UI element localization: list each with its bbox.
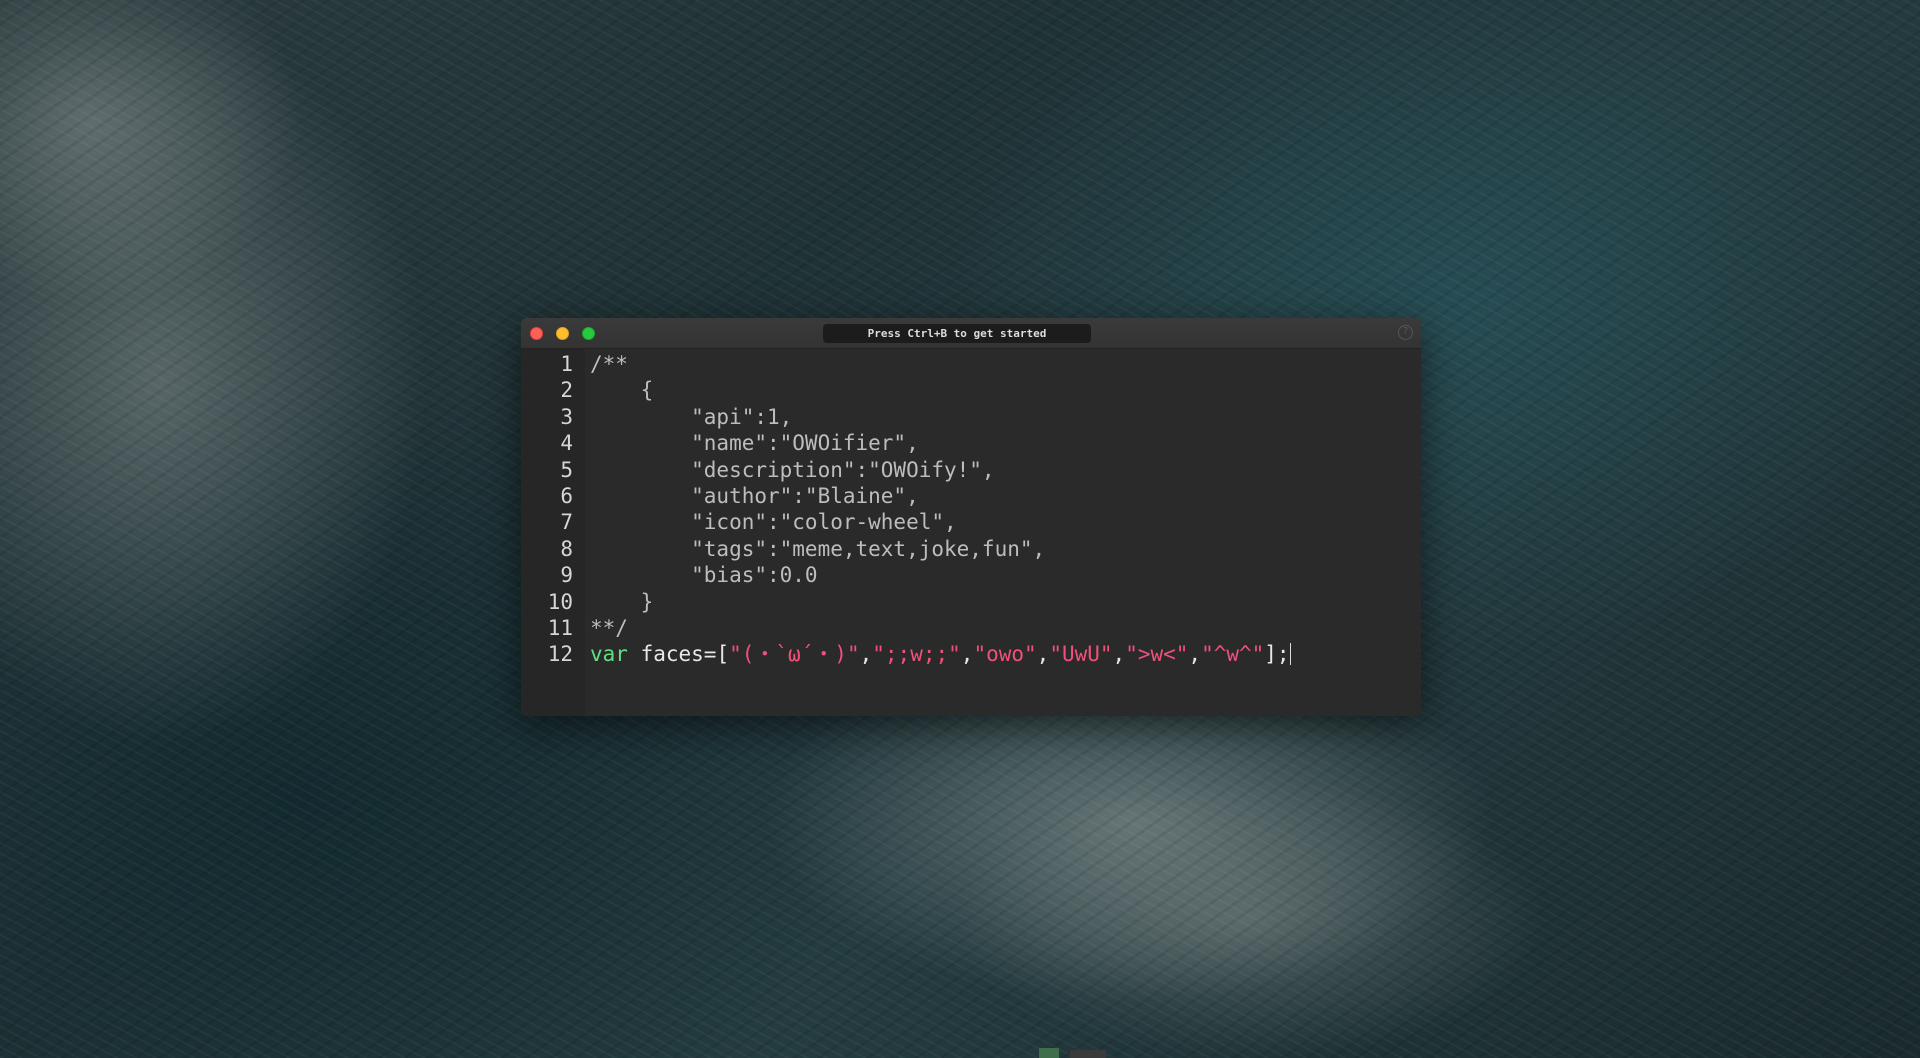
token-string: ">w<"	[1125, 642, 1189, 667]
code-text: "api":1,	[590, 404, 792, 430]
line-number: 4	[560, 431, 573, 456]
boop-window: Press Ctrl+B to get started ? 1/** 2 {3 "…	[521, 318, 1421, 716]
code-line[interactable]: 12 var faces=["(・`ω´・)",";;w;;","owo","Uw…	[521, 641, 1421, 667]
token-comment: **/	[590, 616, 628, 640]
token-plain: ,	[1112, 642, 1126, 667]
code-text: "name":"OWOifier",	[590, 430, 919, 456]
token-string: "owo"	[973, 642, 1037, 667]
code-editor[interactable]: 1/** 2 {3 "api":1, 4 "name":"OWOifier", 5 "…	[521, 349, 1421, 716]
code-line[interactable]: 7 "icon":"color-wheel",	[521, 509, 1421, 535]
code-line[interactable]: 4 "name":"OWOifier",	[521, 430, 1421, 456]
code-text: {	[590, 377, 654, 403]
code-text: "icon":"color-wheel",	[590, 509, 957, 535]
title-bar[interactable]: Press Ctrl+B to get started ?	[521, 318, 1421, 349]
maximize-window-button[interactable]	[582, 327, 595, 340]
taskbar-item[interactable]	[1070, 1050, 1106, 1058]
line-number: 6	[560, 484, 573, 508]
token-comment: "description":"OWOify!",	[590, 457, 995, 482]
code-line[interactable]: 10 }	[521, 589, 1421, 615]
token-string: "(・`ω´・)"	[729, 642, 860, 667]
token-comment: "bias":0.0	[590, 563, 818, 588]
code-text: **/	[590, 615, 628, 641]
token-plain: ,	[1188, 642, 1202, 667]
token-string: "UwU"	[1049, 642, 1113, 667]
token-string: "^w^"	[1201, 642, 1265, 667]
code-text: var faces=["(・`ω´・)",";;w;;","owo","UwU"…	[590, 641, 1291, 667]
code-text: "description":"OWOify!",	[590, 457, 995, 483]
token-plain: faces=[	[627, 642, 730, 667]
help-circle-icon[interactable]: ?	[1398, 325, 1413, 340]
code-line[interactable]: 11 **/	[521, 615, 1421, 641]
token-comment: "icon":"color-wheel",	[590, 510, 957, 535]
minimize-window-button[interactable]	[556, 327, 569, 340]
code-line[interactable]: 2 {	[521, 377, 1421, 403]
token-string: ";;w;;"	[872, 642, 961, 667]
code-line[interactable]: 3 "api":1,	[521, 404, 1421, 430]
code-line[interactable]: 5 "description":"OWOify!",	[521, 457, 1421, 483]
token-plain: ,	[1036, 642, 1050, 667]
line-number: 5	[560, 457, 573, 482]
code-line[interactable]: 1 /**	[521, 351, 1421, 377]
code-line[interactable]: 6 "author":"Blaine",	[521, 483, 1421, 509]
code-text: "author":"Blaine",	[590, 483, 919, 509]
token-comment: /**	[590, 352, 628, 376]
code-text: /**	[590, 351, 628, 377]
text-cursor	[1289, 643, 1291, 666]
token-comment: }	[590, 589, 654, 614]
line-number: 3	[560, 404, 573, 429]
code-text: "bias":0.0	[590, 562, 818, 588]
token-plain: ];	[1264, 642, 1290, 667]
code-text: }	[590, 589, 654, 615]
line-number: 11	[547, 616, 573, 640]
line-number: 10	[547, 589, 573, 614]
token-comment: "api":1,	[590, 404, 793, 429]
line-number: 2	[560, 378, 573, 403]
token-comment: "name":"OWOifier",	[590, 431, 919, 456]
line-number: 12	[547, 642, 573, 667]
token-comment: "author":"Blaine",	[590, 484, 919, 508]
token-comment: {	[590, 378, 654, 403]
command-bar[interactable]: Press Ctrl+B to get started	[823, 324, 1091, 343]
taskbar-app-indicator[interactable]	[1039, 1048, 1059, 1058]
code-line[interactable]: 8 "tags":"meme,text,joke,fun",	[521, 536, 1421, 562]
line-number: 9	[560, 563, 573, 588]
token-plain: ,	[859, 642, 873, 667]
line-number: 8	[560, 536, 573, 561]
line-number: 1	[560, 352, 573, 376]
token-comment: "tags":"meme,text,joke,fun",	[590, 536, 1046, 561]
code-line[interactable]: 9 "bias":0.0	[521, 562, 1421, 588]
line-number: 7	[560, 510, 573, 535]
token-keyword: var	[590, 642, 628, 667]
token-plain: ,	[960, 642, 974, 667]
close-window-button[interactable]	[530, 327, 543, 340]
code-text: "tags":"meme,text,joke,fun",	[590, 536, 1045, 562]
